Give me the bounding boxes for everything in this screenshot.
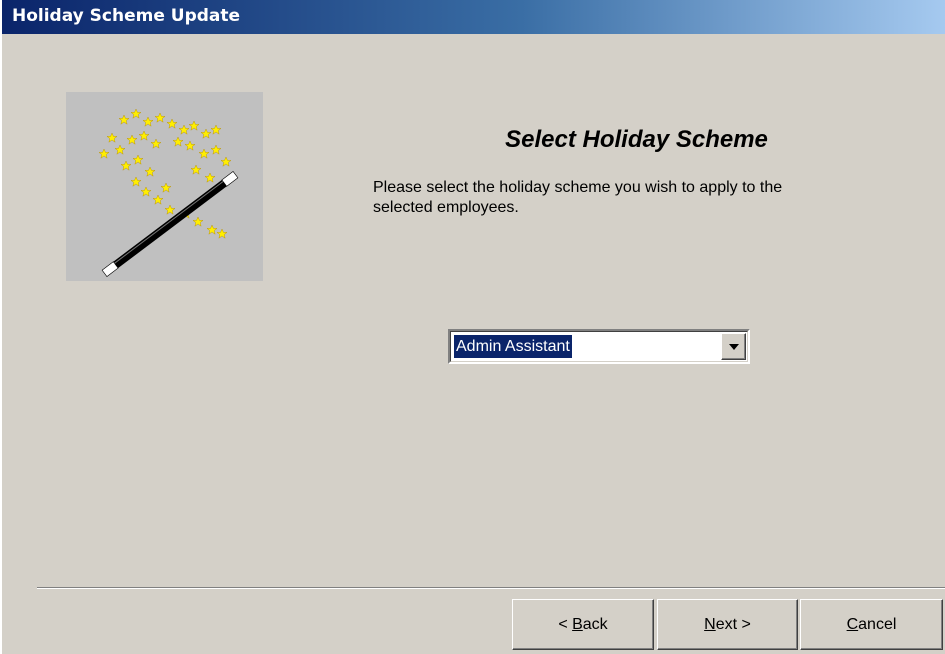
dropdown-selected-value[interactable]: Admin Assistant (453, 334, 573, 359)
title-bar[interactable]: Holiday Scheme Update (2, 0, 945, 34)
cancel-button[interactable]: Cancel (800, 599, 943, 650)
description-line-2: selected employees. (373, 199, 519, 216)
dropdown-frame: Admin Assistant (450, 331, 748, 362)
wizard-description: Please select the holiday scheme you wis… (373, 178, 913, 218)
holiday-scheme-dropdown[interactable]: Admin Assistant (448, 329, 750, 364)
separator-line (37, 587, 945, 589)
back-label-rest: ack (582, 616, 608, 633)
magic-wand-stars-icon (66, 92, 263, 281)
dropdown-button[interactable] (721, 333, 746, 360)
cancel-label-rest: ancel (858, 616, 897, 633)
next-mnemonic: N (704, 616, 716, 633)
next-label-rest: ext > (715, 616, 751, 633)
chevron-down-icon (729, 344, 739, 350)
cancel-mnemonic: C (846, 616, 859, 633)
description-line-1: Please select the holiday scheme you wis… (373, 179, 783, 196)
magic-wand-graphic (98, 108, 239, 277)
wizard-dialog: Holiday Scheme Update Select Holiday Sch… (0, 0, 945, 654)
next-button[interactable]: Next > (657, 599, 798, 650)
window-title: Holiday Scheme Update (12, 6, 241, 26)
back-prefix: < (558, 616, 573, 633)
back-button[interactable]: < Back (512, 599, 654, 650)
wizard-heading: Select Holiday Scheme (505, 126, 768, 153)
back-mnemonic: B (572, 616, 583, 633)
